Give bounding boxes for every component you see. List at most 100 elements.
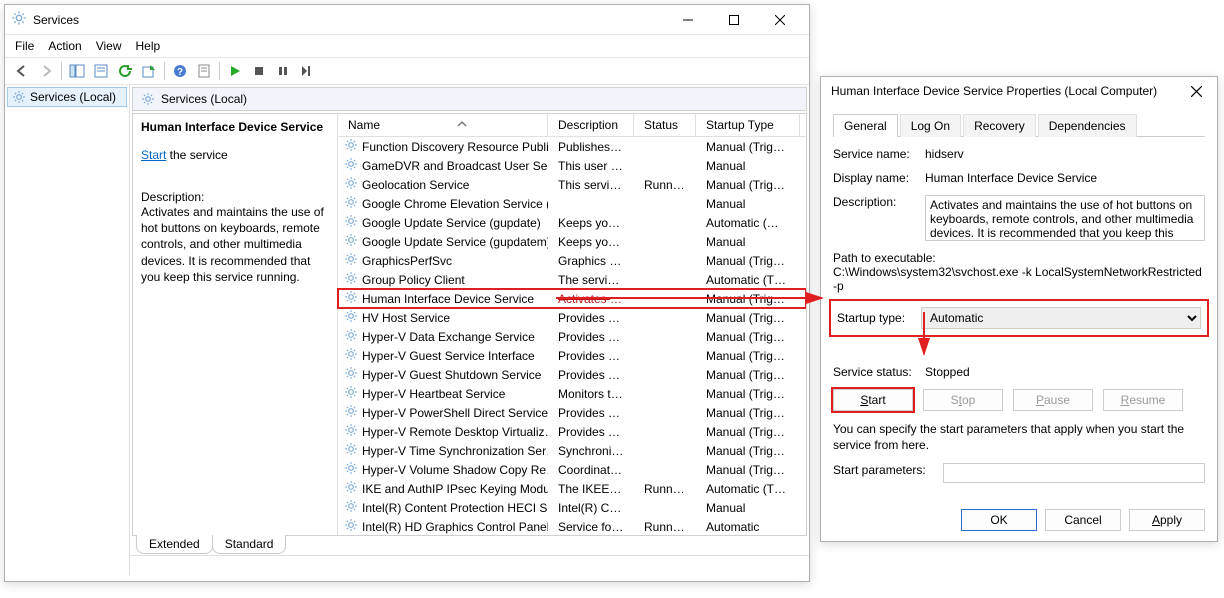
row-desc: The IKEEXT … bbox=[548, 482, 634, 496]
close-button[interactable] bbox=[1181, 76, 1211, 106]
table-row[interactable]: HV Host ServiceProvides an …Manual (Trig… bbox=[338, 308, 806, 327]
table-row[interactable]: IKE and AuthIP IPsec Keying Modu…The IKE… bbox=[338, 479, 806, 498]
gear-icon bbox=[344, 385, 358, 402]
tab-general[interactable]: General bbox=[833, 114, 898, 137]
sheet-icon[interactable] bbox=[193, 60, 215, 82]
gear-icon bbox=[344, 252, 358, 269]
properties-body: General Log On Recovery Dependencies Ser… bbox=[821, 105, 1217, 501]
row-desc: Monitors th… bbox=[548, 387, 634, 401]
menu-file[interactable]: File bbox=[15, 39, 34, 53]
menu-help[interactable]: Help bbox=[136, 39, 161, 53]
chevron-up-icon bbox=[457, 118, 467, 132]
service-start-icon[interactable] bbox=[224, 60, 246, 82]
row-desc: Activates an… bbox=[548, 292, 634, 306]
tab-standard[interactable]: Standard bbox=[212, 535, 287, 554]
label-service-name: Service name: bbox=[833, 147, 925, 161]
refresh-icon[interactable] bbox=[114, 60, 136, 82]
row-startup: Manual (Trig… bbox=[696, 292, 800, 306]
row-name: Google Chrome Elevation Service (… bbox=[362, 197, 548, 211]
table-row[interactable]: Hyper-V PowerShell Direct ServiceProvide… bbox=[338, 403, 806, 422]
pause-button: Pause bbox=[1013, 389, 1093, 411]
row-name: Hyper-V Data Exchange Service bbox=[362, 330, 535, 344]
table-row[interactable]: Google Update Service (gupdate)Keeps you… bbox=[338, 213, 806, 232]
value-service-status: Stopped bbox=[925, 365, 1205, 379]
tree-node-services-local[interactable]: Services (Local) bbox=[7, 87, 127, 107]
row-desc: Synchronize… bbox=[548, 444, 634, 458]
gear-icon bbox=[344, 271, 358, 288]
start-service-link[interactable]: Start bbox=[141, 148, 166, 162]
value-path: C:\Windows\system32\svchost.exe -k Local… bbox=[833, 265, 1205, 293]
row-desc: Provides a p… bbox=[548, 425, 634, 439]
gear-icon bbox=[11, 10, 27, 29]
table-row[interactable]: Hyper-V Volume Shadow Copy Re…Coordinate… bbox=[338, 460, 806, 479]
detail-desc-label: Description: bbox=[141, 190, 329, 204]
row-name: Hyper-V Time Synchronization Ser… bbox=[362, 444, 548, 458]
service-restart-icon[interactable] bbox=[296, 60, 318, 82]
startup-type-select[interactable]: Automatic bbox=[921, 307, 1201, 329]
col-header-name[interactable]: Name bbox=[338, 114, 548, 136]
apply-button[interactable]: Apply bbox=[1129, 509, 1205, 531]
table-row[interactable]: Hyper-V Heartbeat ServiceMonitors th…Man… bbox=[338, 384, 806, 403]
table-row[interactable]: Hyper-V Time Synchronization Ser…Synchro… bbox=[338, 441, 806, 460]
cancel-button[interactable]: Cancel bbox=[1045, 509, 1121, 531]
start-params-input[interactable] bbox=[943, 463, 1205, 483]
tree-node-label: Services (Local) bbox=[30, 90, 116, 104]
row-name: Hyper-V Guest Service Interface bbox=[362, 349, 535, 363]
service-stop-icon[interactable] bbox=[248, 60, 270, 82]
value-description[interactable]: Activates and maintains the use of hot b… bbox=[925, 195, 1205, 241]
table-row[interactable]: Hyper-V Guest Service InterfaceProvides … bbox=[338, 346, 806, 365]
row-name: Function Discovery Resource Publi… bbox=[362, 140, 548, 154]
help-icon[interactable]: ? bbox=[169, 60, 191, 82]
col-header-description[interactable]: Description bbox=[548, 114, 634, 136]
maximize-button[interactable] bbox=[711, 5, 757, 35]
row-desc: Keeps your … bbox=[548, 216, 634, 230]
table-row[interactable]: Intel(R) HD Graphics Control Panel …Serv… bbox=[338, 517, 806, 536]
label-description: Description: bbox=[833, 195, 925, 209]
nav-back-icon[interactable] bbox=[11, 60, 33, 82]
col-header-status[interactable]: Status bbox=[634, 114, 696, 136]
show-hide-tree-icon[interactable] bbox=[66, 60, 88, 82]
service-pause-icon[interactable] bbox=[272, 60, 294, 82]
table-row[interactable]: Google Update Service (gupdatem)Keeps yo… bbox=[338, 232, 806, 251]
table-row[interactable]: Hyper-V Data Exchange ServiceProvides a … bbox=[338, 327, 806, 346]
table-row[interactable]: Hyper-V Remote Desktop Virtualiz…Provide… bbox=[338, 422, 806, 441]
tab-recovery[interactable]: Recovery bbox=[963, 114, 1036, 137]
tab-dependencies[interactable]: Dependencies bbox=[1038, 114, 1137, 137]
tab-logon[interactable]: Log On bbox=[900, 114, 961, 137]
menu-action[interactable]: Action bbox=[48, 39, 81, 53]
list-rows: Function Discovery Resource Publi…Publis… bbox=[338, 137, 806, 536]
table-row[interactable]: GraphicsPerfSvcGraphics pe…Manual (Trig… bbox=[338, 251, 806, 270]
minimize-button[interactable] bbox=[665, 5, 711, 35]
detail-desc-text: Activates and maintains the use of hot b… bbox=[141, 204, 329, 285]
export-list-icon[interactable] bbox=[138, 60, 160, 82]
properties-icon[interactable] bbox=[90, 60, 112, 82]
table-row[interactable]: Hyper-V Guest Shutdown ServiceProvides a… bbox=[338, 365, 806, 384]
table-row[interactable]: Group Policy ClientThe service i…Automat… bbox=[338, 270, 806, 289]
table-row[interactable]: Intel(R) Content Protection HECI S…Intel… bbox=[338, 498, 806, 517]
row-status: Running bbox=[634, 520, 696, 534]
resume-button: Resume bbox=[1103, 389, 1183, 411]
row-name: Google Update Service (gupdatem) bbox=[362, 235, 548, 249]
close-button[interactable] bbox=[757, 5, 803, 35]
label-startup-type: Startup type: bbox=[837, 311, 921, 325]
col-header-startup[interactable]: Startup Type bbox=[696, 114, 800, 136]
menu-view[interactable]: View bbox=[96, 39, 122, 53]
gear-icon bbox=[344, 404, 358, 421]
table-row[interactable]: Human Interface Device ServiceActivates … bbox=[338, 289, 806, 308]
row-status: Running bbox=[634, 178, 696, 192]
nav-forward-icon[interactable] bbox=[35, 60, 57, 82]
table-row[interactable]: Google Chrome Elevation Service (…Manual bbox=[338, 194, 806, 213]
table-row[interactable]: Geolocation ServiceThis service …Running… bbox=[338, 175, 806, 194]
ok-button[interactable]: OK bbox=[961, 509, 1037, 531]
start-button[interactable]: Start bbox=[833, 389, 913, 411]
row-startup: Automatic (T… bbox=[696, 482, 800, 496]
titlebar: Services bbox=[5, 5, 809, 35]
table-row[interactable]: Function Discovery Resource Publi…Publis… bbox=[338, 137, 806, 156]
row-startup: Automatic bbox=[696, 520, 800, 534]
table-row[interactable]: GameDVR and Broadcast User Serv…This use… bbox=[338, 156, 806, 175]
row-name: Hyper-V Volume Shadow Copy Re… bbox=[362, 463, 548, 477]
startup-type-row: Startup type: Automatic bbox=[829, 299, 1209, 337]
right-pane: Services (Local) Human Interface Device … bbox=[130, 85, 809, 575]
row-startup: Manual (Trig… bbox=[696, 311, 800, 325]
tab-extended[interactable]: Extended bbox=[136, 535, 213, 554]
